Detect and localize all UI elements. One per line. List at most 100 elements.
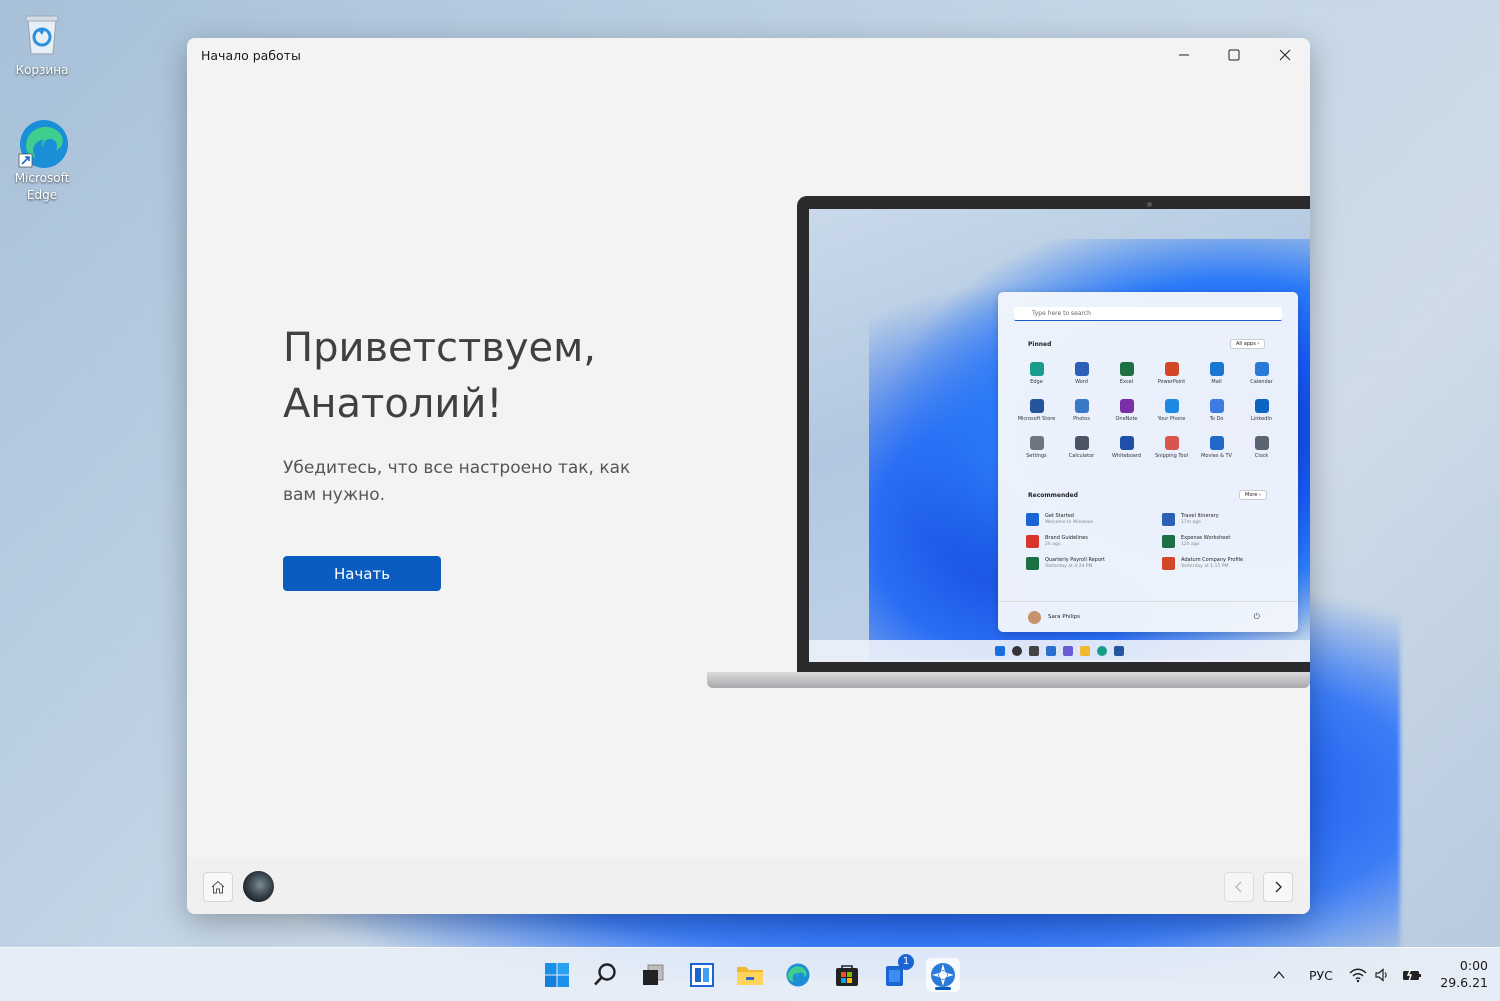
illustration-start-menu: Type here to search Pinned All apps › Ed…: [998, 292, 1298, 632]
get-started-icon: [1026, 513, 1039, 526]
illustration-more: More ›: [1239, 490, 1267, 500]
rec-sub: Yesterday at 4:24 PM: [1045, 564, 1093, 569]
home-icon: [211, 880, 225, 894]
app-calendar-icon: [1254, 362, 1269, 376]
notification-badge: 1: [898, 954, 914, 970]
mini-taskview-icon: [1029, 646, 1039, 656]
app-onenote-icon: [1119, 399, 1134, 413]
laptop-base: [707, 672, 1310, 688]
tray-date: 29.6.21: [1440, 975, 1488, 990]
rec-sub: Welcome to Windows: [1045, 520, 1094, 525]
tray-volume-button[interactable]: [1370, 958, 1394, 992]
app-name: Clock: [1254, 453, 1269, 459]
illustration-rec-item: Get Started Welcome to Windows: [1026, 513, 1162, 526]
illustration-app: To Do: [1194, 399, 1239, 422]
laptop-screen: Type here to search Pinned All apps › Ed…: [809, 209, 1310, 662]
edge-icon: [786, 963, 810, 987]
bottom-navigation-bar: [187, 858, 1310, 914]
illustration-user-footer: Sara Philips ⏻: [998, 601, 1298, 632]
illustration-app: Your Phone: [1149, 399, 1194, 422]
mini-store-icon: [1114, 646, 1124, 656]
home-button[interactable]: [203, 872, 233, 902]
taskbar-file-explorer-button[interactable]: [733, 958, 767, 992]
illustration-app: Photos: [1059, 399, 1104, 422]
illustration-app: Whiteboard: [1104, 436, 1149, 459]
tray-overflow-button[interactable]: [1266, 958, 1292, 992]
task-view-icon: [643, 964, 664, 985]
illustration-user-avatar: [1028, 611, 1041, 624]
taskbar-edge-button[interactable]: [781, 958, 815, 992]
illustration-pinned-grid: Edge Word Excel PowerPoint Mail Calendar…: [1014, 362, 1284, 459]
taskbar-store-button[interactable]: [830, 958, 864, 992]
illustration-search-box: Type here to search: [1014, 307, 1282, 321]
illustration-app: Edge: [1014, 362, 1059, 385]
user-avatar[interactable]: [243, 871, 274, 902]
app-name: Edge: [1030, 379, 1043, 385]
minimize-icon: [1179, 54, 1189, 56]
minimize-button[interactable]: [1161, 38, 1207, 72]
app-snipping-tool-icon: [1164, 436, 1179, 450]
app-name: Mail: [1211, 379, 1222, 385]
taskbar-start-button[interactable]: [540, 958, 574, 992]
app-linkedin-icon: [1254, 399, 1269, 413]
taskbar-get-started-button[interactable]: [926, 958, 960, 992]
rec-title: Brand Guidelines: [1045, 535, 1088, 541]
illustration-taskbar: [809, 640, 1310, 662]
excel-doc-icon: [1162, 535, 1175, 548]
illustration-app: Excel: [1104, 362, 1149, 385]
app-name: OneNote: [1115, 416, 1138, 422]
title-bar[interactable]: Начало работы: [187, 38, 1310, 74]
taskbar-search-button[interactable]: [588, 958, 622, 992]
rec-sub: 17m ago: [1181, 520, 1201, 525]
mini-widgets-icon: [1046, 646, 1056, 656]
battery-charging-icon: [1403, 968, 1421, 982]
rec-title: Expense Worksheet: [1181, 535, 1231, 541]
get-started-window: Начало работы Приветствуем, Анатолий! Уб…: [187, 38, 1310, 914]
app-word-icon: [1074, 362, 1089, 376]
rec-sub: 12h ago: [1181, 542, 1200, 547]
speaker-icon: [1375, 968, 1387, 982]
window-title: Начало работы: [201, 48, 301, 63]
back-button[interactable]: [1224, 872, 1254, 902]
mini-edge-icon: [1097, 646, 1107, 656]
illustration-rec-item: Brand Guidelines 2h ago: [1026, 535, 1162, 548]
app-name: LinkedIn: [1251, 416, 1272, 422]
desktop-icon-edge[interactable]: Microsoft Edge: [2, 116, 82, 204]
illustration-rec-item: Travel Itinerary 17m ago: [1162, 513, 1286, 526]
tray-time: 0:00: [1459, 958, 1488, 973]
desktop-icon-label: Microsoft Edge: [14, 171, 70, 202]
close-button[interactable]: [1262, 38, 1308, 72]
illustration-app: LinkedIn: [1239, 399, 1284, 422]
app-name: Photos: [1073, 416, 1090, 422]
desktop-icon-recycle-bin[interactable]: Корзина: [2, 8, 82, 79]
start-button[interactable]: Начать: [283, 556, 441, 591]
mini-folder-icon: [1080, 646, 1090, 656]
illustration-app: Word: [1059, 362, 1104, 385]
taskbar-widgets-button[interactable]: [685, 958, 719, 992]
app-name: Whiteboard: [1112, 453, 1141, 459]
tray-battery-button[interactable]: [1398, 958, 1426, 992]
app-edge-icon: [1029, 362, 1044, 376]
chevron-up-icon: [1273, 970, 1285, 979]
illustration-app: Clock: [1239, 436, 1284, 459]
illustration-recommended-list: Get Started Welcome to Windows Travel Iti…: [1026, 513, 1286, 570]
app-name: Word: [1075, 379, 1088, 385]
tray-clock[interactable]: 0:00 29.6.21: [1432, 957, 1488, 991]
edge-icon: [16, 116, 68, 168]
app-name: To Do: [1209, 416, 1224, 422]
word-doc-icon: [1162, 513, 1175, 526]
taskbar-task-view-button[interactable]: [636, 958, 670, 992]
excel-doc-icon: [1026, 557, 1039, 570]
pdf-doc-icon: [1026, 535, 1039, 548]
app-settings-icon: [1029, 436, 1044, 450]
recycle-bin-icon: [16, 8, 68, 60]
maximize-button[interactable]: [1211, 38, 1257, 72]
app-name: Excel: [1119, 379, 1134, 385]
mini-search-icon: [1012, 646, 1022, 656]
active-app-indicator: [935, 987, 951, 990]
tray-network-button[interactable]: [1346, 958, 1370, 992]
illustration-app: Calculator: [1059, 436, 1104, 459]
forward-button[interactable]: [1263, 872, 1293, 902]
taskbar-notes-button[interactable]: 1: [878, 954, 914, 992]
input-language-indicator[interactable]: РУС: [1309, 968, 1333, 983]
